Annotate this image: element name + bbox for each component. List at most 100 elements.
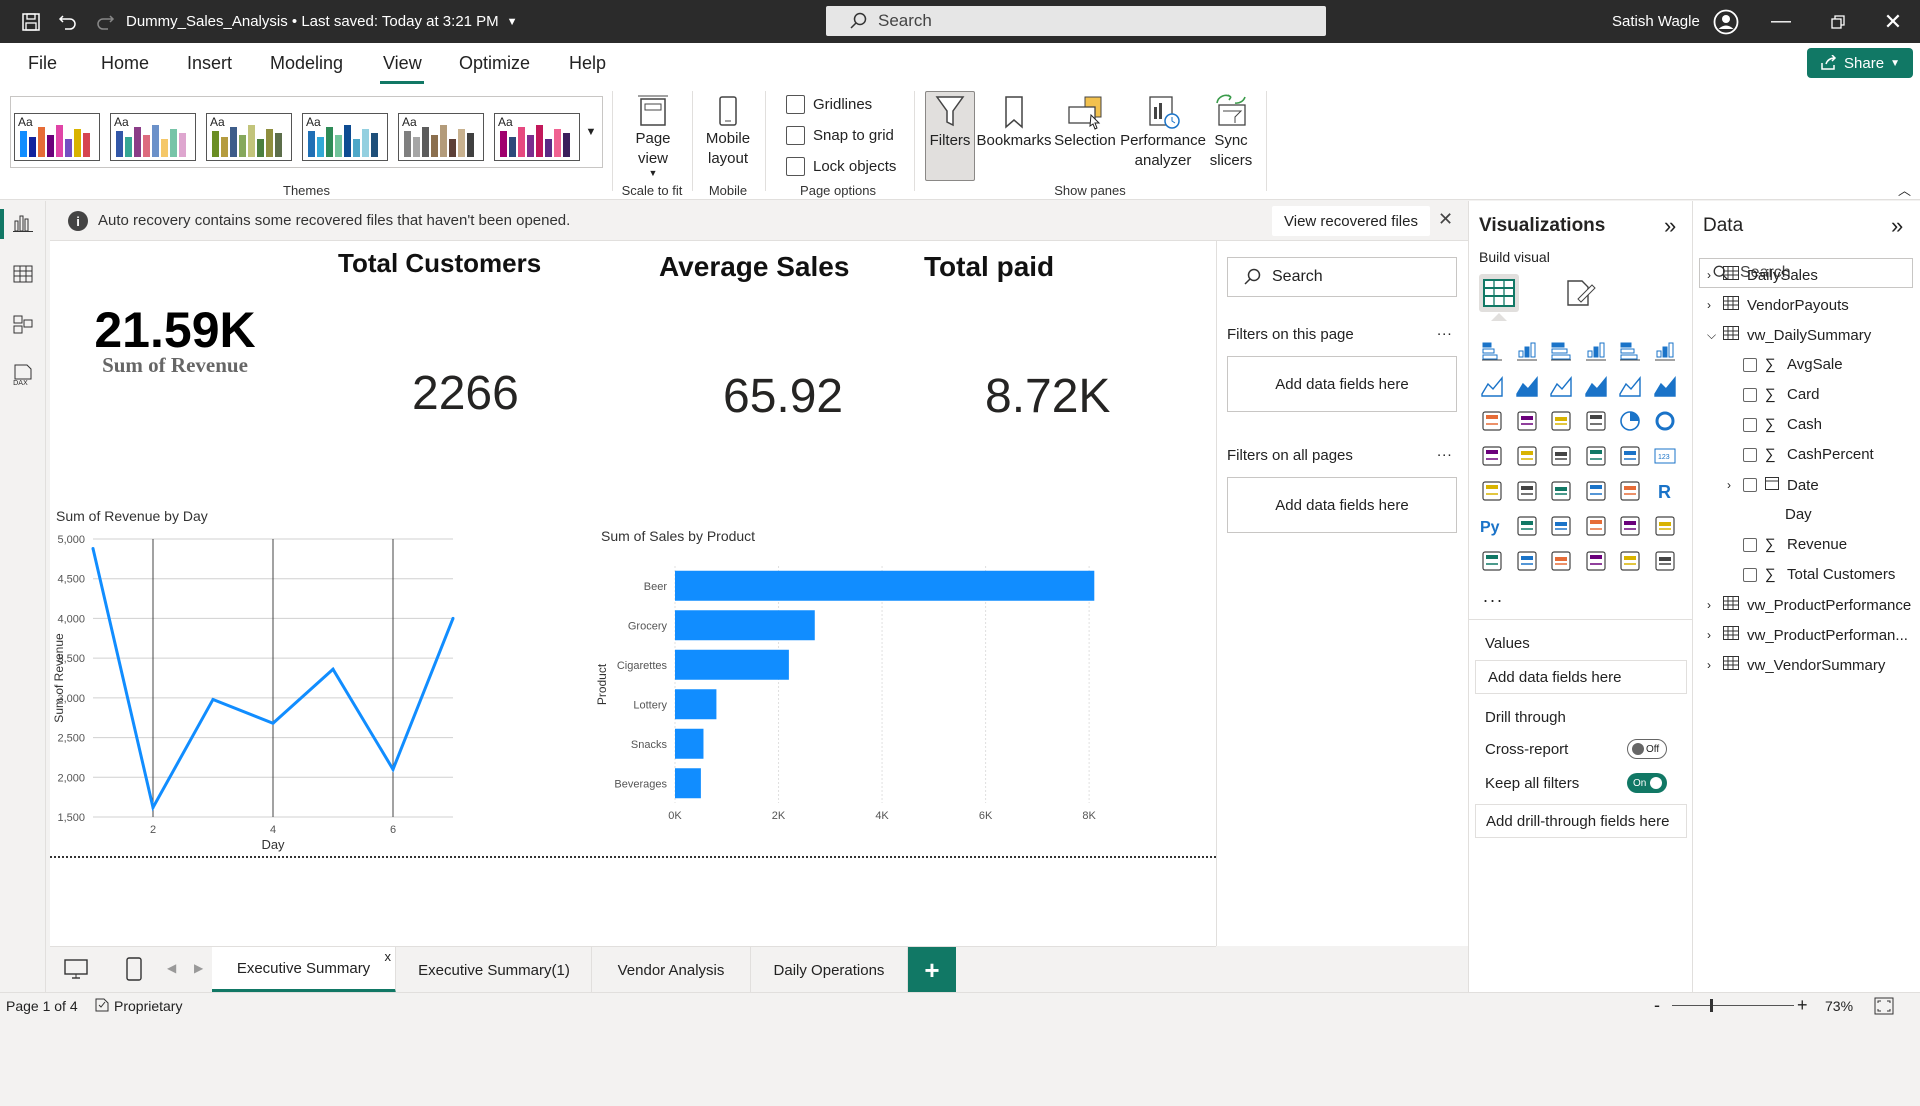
stacked-bar-visual-icon[interactable] — [1480, 339, 1504, 363]
performance-analyzer-button[interactable]: Performance analyzer — [1118, 93, 1208, 171]
field-checkbox[interactable] — [1743, 537, 1757, 552]
tab-optimize[interactable]: Optimize — [459, 53, 530, 74]
power-automate-visual-icon[interactable] — [1549, 549, 1573, 573]
clustered-bar-visual-icon[interactable] — [1549, 339, 1573, 363]
theme-swatch-6[interactable]: Aa — [494, 113, 580, 161]
line-point[interactable] — [151, 805, 155, 809]
add-page-button[interactable]: + — [908, 947, 956, 993]
lock-objects-checkbox[interactable]: Lock objects — [786, 157, 896, 176]
clustered-column-visual-icon[interactable] — [1584, 339, 1608, 363]
dismiss-notification-icon[interactable]: ✕ — [1438, 209, 1453, 230]
filters-all-pages-drop-zone[interactable]: Add data fields here — [1227, 477, 1457, 533]
field-checkbox[interactable] — [1743, 357, 1757, 372]
goals-visual-icon[interactable] — [1653, 514, 1677, 538]
restore-icon[interactable] — [1823, 0, 1853, 43]
values-drop-zone[interactable]: Add data fields here — [1475, 660, 1687, 694]
file-title-area[interactable]: Dummy_Sales_Analysis • Last saved: Today… — [126, 0, 518, 43]
model-view-icon[interactable] — [13, 314, 33, 337]
theme-swatch-1[interactable]: Aa — [14, 113, 100, 161]
data-field-day[interactable]: Day — [1785, 506, 1812, 523]
data-table-vw-vendorsummary[interactable]: › vw_VendorSummary — [1707, 656, 1885, 674]
filters-search-input[interactable]: Search — [1227, 257, 1457, 297]
tab-insert[interactable]: Insert — [187, 53, 232, 74]
data-field-revenue[interactable]: ∑ Revenue — [1743, 536, 1847, 553]
line-point[interactable] — [271, 721, 275, 725]
theme-swatch-2[interactable]: Aa — [110, 113, 196, 161]
bar-lottery[interactable] — [675, 689, 717, 720]
field-checkbox[interactable] — [1743, 478, 1757, 492]
paginated-report-visual-icon[interactable] — [1480, 549, 1504, 573]
filters-page-drop-zone[interactable]: Add data fields here — [1227, 356, 1457, 412]
revenue-card[interactable]: 21.59K Sum of Revenue — [80, 301, 270, 378]
filled-map-visual-icon[interactable] — [1549, 444, 1573, 468]
mobile-layout-icon[interactable] — [126, 957, 142, 984]
bar-beer[interactable] — [675, 570, 1095, 601]
chevron-right-icon[interactable]: › — [1707, 658, 1723, 672]
chevron-right-icon[interactable]: › — [1727, 478, 1743, 492]
tab-daily-operations[interactable]: Daily Operations — [751, 947, 908, 993]
tab-view[interactable]: View — [383, 53, 422, 74]
field-checkbox[interactable] — [1743, 417, 1757, 432]
total-paid-value[interactable]: 8.72K — [985, 369, 1110, 424]
chevron-right-icon[interactable]: › — [1707, 598, 1723, 612]
gauge-visual-icon[interactable] — [1618, 444, 1642, 468]
kpi-visual-icon[interactable] — [1515, 479, 1539, 503]
avatar[interactable] — [1711, 0, 1741, 43]
azure-map-visual-icon[interactable] — [1584, 444, 1608, 468]
sync-slicers-button[interactable]: Sync slicers — [1208, 93, 1254, 171]
table-visual-icon[interactable] — [1584, 479, 1608, 503]
undo-icon[interactable] — [55, 0, 81, 43]
zoom-slider-thumb[interactable] — [1710, 999, 1713, 1012]
zoom-out-button[interactable]: - — [1654, 995, 1660, 1016]
line-point[interactable] — [91, 547, 95, 551]
tab-help[interactable]: Help — [569, 53, 606, 74]
bookmarks-pane-button[interactable]: Bookmarks — [976, 93, 1052, 151]
snap-to-grid-checkbox[interactable]: Snap to grid — [786, 126, 894, 145]
line-point[interactable] — [211, 697, 215, 701]
collapse-ribbon-icon[interactable]: ︿ — [1898, 180, 1911, 199]
line-point[interactable] — [391, 767, 395, 771]
search-input[interactable]: Search — [826, 6, 1326, 36]
smart-narrative-visual-icon[interactable] — [1618, 514, 1642, 538]
chevron-down-icon[interactable]: ⌵ — [1707, 328, 1723, 343]
waterfall-visual-icon[interactable] — [1515, 409, 1539, 433]
donut-visual-icon[interactable] — [1653, 409, 1677, 433]
data-table-vw-productperformance[interactable]: › vw_ProductPerformance — [1707, 596, 1911, 614]
slicer-visual-icon[interactable] — [1549, 479, 1573, 503]
cross-report-toggle[interactable]: Off — [1627, 739, 1667, 759]
multi-row-card-visual-icon[interactable] — [1480, 479, 1504, 503]
close-tab-icon[interactable]: x — [385, 949, 392, 964]
more-options-icon[interactable]: ... — [1437, 322, 1453, 339]
theme-swatch-4[interactable]: Aa — [302, 113, 388, 161]
redo-icon[interactable] — [92, 0, 118, 43]
data-field-cash[interactable]: ∑ Cash — [1743, 416, 1822, 433]
scroll-tabs-right-icon[interactable]: ▶ — [194, 961, 203, 975]
zoom-slider-track[interactable] — [1672, 1005, 1794, 1006]
data-field-card[interactable]: ∑ Card — [1743, 386, 1820, 403]
field-checkbox[interactable] — [1743, 447, 1757, 462]
keep-all-filters-toggle[interactable]: On — [1627, 773, 1667, 793]
bar-grocery[interactable] — [675, 610, 815, 641]
theme-swatch-3[interactable]: Aa — [206, 113, 292, 161]
chevron-right-icon[interactable]: › — [1707, 628, 1723, 642]
map-visual-icon[interactable] — [1515, 444, 1539, 468]
field-checkbox[interactable] — [1743, 567, 1757, 582]
chevron-right-icon[interactable]: › — [1707, 268, 1723, 282]
line-stacked-column-visual-icon[interactable] — [1618, 374, 1642, 398]
sales-by-product-bar-chart[interactable]: Sum of Sales by Product 0K 2K 4K 6K 8K Beer Gro… — [595, 526, 1195, 826]
filters-pane-button[interactable]: Filters — [925, 93, 975, 151]
more-options-icon[interactable]: ... — [1437, 443, 1453, 460]
power-apps-visual-icon[interactable] — [1515, 549, 1539, 573]
close-icon[interactable]: ✕ — [1878, 0, 1908, 43]
card-visual-icon[interactable]: 123 — [1653, 444, 1677, 468]
dax-query-view-icon[interactable]: DAX — [11, 364, 35, 389]
100-stacked-bar-visual-icon[interactable] — [1618, 339, 1642, 363]
user-name[interactable]: Satish Wagle — [1612, 0, 1700, 43]
line-clustered-column-visual-icon[interactable] — [1653, 374, 1677, 398]
tab-executive-summary-1[interactable]: Executive Summary(1) — [397, 947, 592, 993]
page-view-button[interactable]: Page view ▼ — [622, 93, 684, 178]
field-checkbox[interactable] — [1743, 387, 1757, 402]
collapse-pane-icon[interactable]: » — [1891, 213, 1903, 239]
bar-beverages[interactable] — [675, 768, 701, 799]
view-recovered-files-button[interactable]: View recovered files — [1272, 206, 1430, 236]
